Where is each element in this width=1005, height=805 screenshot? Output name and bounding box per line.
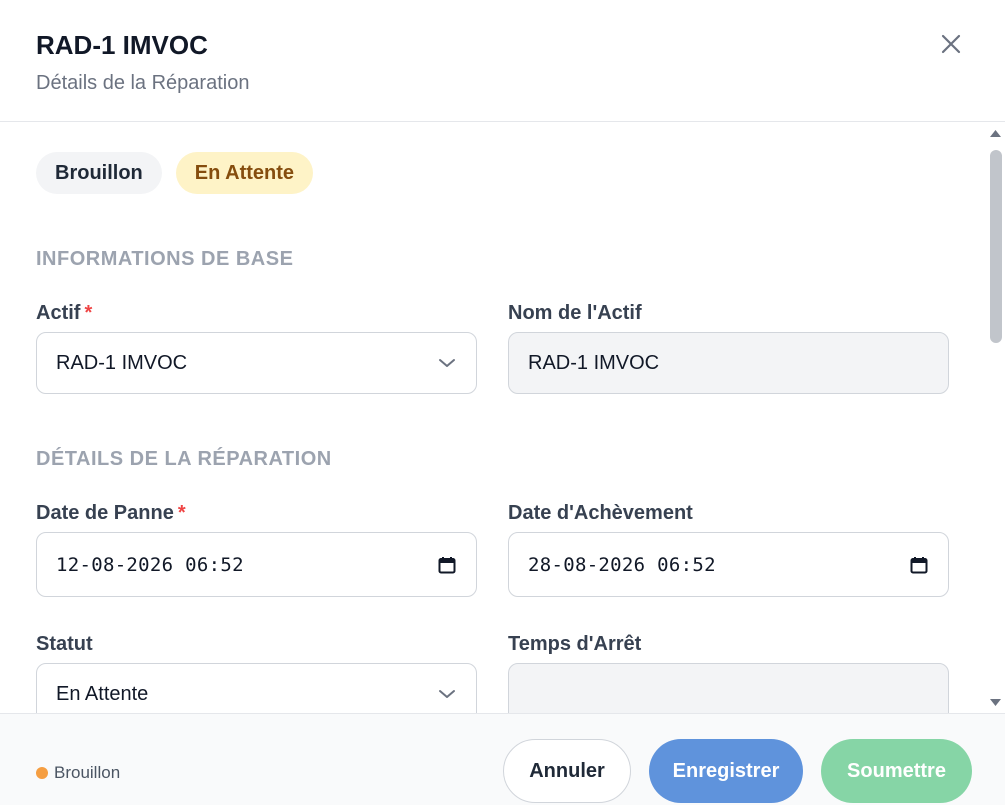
status-select-value: En Attente [56, 682, 149, 705]
save-button[interactable]: Enregistrer [649, 739, 803, 803]
asset-name-field: RAD-1 IMVOC [508, 332, 949, 394]
close-icon [941, 34, 961, 54]
dialog-title: RAD-1 IMVOC [36, 30, 208, 60]
downtime-field [508, 663, 949, 713]
asset-name-value: RAD-1 IMVOC [528, 351, 660, 374]
submit-button[interactable]: Soumettre [821, 739, 972, 803]
completion-date-label: Date d'Achèvement [508, 502, 693, 524]
downtime-label: Temps d'Arrêt [508, 633, 642, 655]
dialog-footer: Brouillon Annuler Enregistrer Soumettre [0, 713, 1005, 805]
dialog-header: RAD-1 IMVOC Détails de la Réparation [0, 0, 1005, 122]
close-button[interactable] [934, 27, 968, 61]
draft-badge: Brouillon [36, 152, 162, 194]
footer-status-text: Brouillon [54, 763, 121, 782]
asset-select[interactable]: RAD-1 IMVOC [36, 332, 477, 394]
status-badges: Brouillon En Attente [36, 152, 314, 194]
chevron-down-icon [438, 688, 456, 700]
completion-date-input[interactable]: 28-08-2026 06:52 [508, 532, 949, 597]
required-marker: * [177, 502, 186, 524]
asset-select-value: RAD-1 IMVOC [56, 351, 188, 374]
asset-name-label: Nom de l'Actif [508, 302, 642, 324]
status-select[interactable]: En Attente [36, 663, 477, 713]
scrollbar-thumb[interactable] [990, 150, 1002, 343]
breakdown-date-value: 12-08-2026 06:52 [56, 553, 244, 576]
scrollbar[interactable] [986, 123, 1005, 713]
calendar-icon[interactable] [438, 556, 456, 574]
breakdown-date-input[interactable]: 12-08-2026 06:52 [36, 532, 477, 597]
cancel-button[interactable]: Annuler [503, 739, 631, 803]
footer-status: Brouillon [36, 763, 120, 783]
completion-date-value: 28-08-2026 06:52 [528, 553, 716, 576]
section-repair-details: DÉTAILS DE LA RÉPARATION [36, 448, 332, 470]
section-basic-info: INFORMATIONS DE BASE [36, 248, 294, 270]
status-dot-icon [36, 767, 48, 779]
breakdown-date-label: Date de Panne * [36, 502, 186, 524]
scroll-up-arrow-icon[interactable] [989, 129, 1002, 138]
status-label: Statut [36, 633, 93, 655]
pending-badge: En Attente [175, 152, 314, 194]
dialog-body: Brouillon En Attente INFORMATIONS DE BAS… [0, 123, 1005, 713]
scroll-down-arrow-icon[interactable] [989, 698, 1002, 707]
chevron-down-icon [438, 357, 456, 369]
required-marker: * [84, 302, 93, 324]
calendar-icon[interactable] [910, 556, 928, 574]
dialog-subtitle: Détails de la Réparation [36, 72, 250, 94]
asset-label: Actif * [36, 302, 93, 324]
